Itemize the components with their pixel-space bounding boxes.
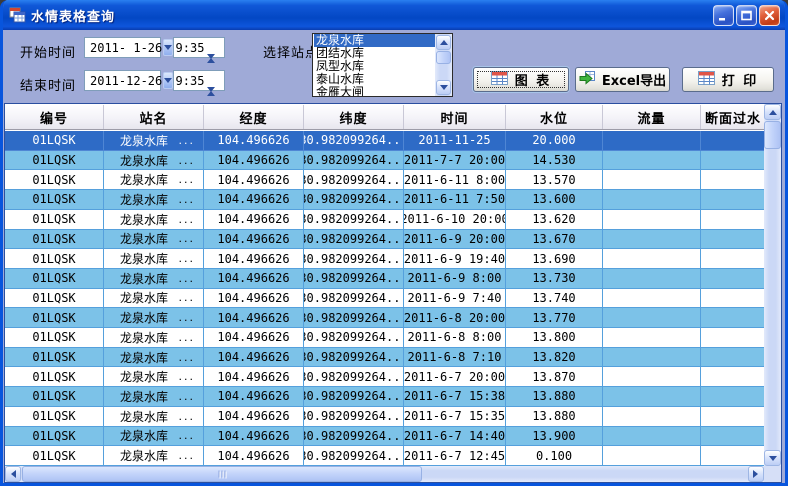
scrollbar-thumb[interactable] [764,121,781,149]
scroll-right-icon[interactable] [748,466,764,482]
column-header-longitude[interactable]: 经度 [204,105,304,129]
table-row[interactable]: 01LQSK 龙泉水库... 104.496626 30.982099264..… [5,170,765,190]
end-time-value: 9:35 [174,71,206,90]
grid-horizontal-scrollbar[interactable] [5,466,764,482]
table-row[interactable]: 01LQSK 龙泉水库... 104.496626 30.982099264..… [5,230,765,250]
end-date-value: 2011-12-26 [85,74,162,88]
print-button[interactable]: 打 印 [682,67,774,92]
table-row[interactable]: 01LQSK 龙泉水库... 104.496626 30.982099264..… [5,328,765,348]
station-listbox[interactable]: 龙泉水库团结水库凤型水库泰山水库金雁大闸 [312,33,453,97]
scroll-down-icon[interactable] [764,450,781,466]
end-time-label: 结束时间 [20,75,76,94]
grid-header: 编号 站名 经度 纬度 时间 水位 流量 断面过水 [5,104,765,130]
grid-rows: 01LQSK 龙泉水库... 104.496626 30.982099264..… [5,131,765,466]
table-row[interactable]: 01LQSK 龙泉水库... 104.496626 30.982099264..… [5,387,765,407]
column-header-flow[interactable]: 流量 [603,105,701,129]
table-row[interactable]: 01LQSK 龙泉水库... 104.496626 30.982099264..… [5,190,765,210]
filter-panel: 开始时间 2011- 1-26 9:35 结束时间 2011-12-26 9:3… [3,30,785,483]
table-row[interactable]: 01LQSK 龙泉水库... 104.496626 30.982099264..… [5,210,765,230]
table-icon [491,71,508,89]
scroll-up-icon[interactable] [764,104,781,120]
column-header-station[interactable]: 站名 [104,105,204,129]
chart-button-label: 图 表 [515,70,552,89]
table-row[interactable]: 01LQSK 龙泉水库... 104.496626 30.982099264..… [5,249,765,269]
app-window: 水情表格查询 开始时间 2011- 1-26 9:35 结束时间 [0,0,788,486]
scrollbar-thumb[interactable] [22,466,422,482]
table-row[interactable]: 01LQSK 龙泉水库... 104.496626 30.982099264..… [5,151,765,171]
column-header-time[interactable]: 时间 [404,105,506,129]
start-date-value: 2011- 1-26 [85,41,162,55]
column-header-section[interactable]: 断面过水 [701,105,765,129]
end-date-picker[interactable]: 2011-12-26 [84,70,161,91]
table-icon [698,71,715,89]
scrollbar-corner [764,466,781,482]
close-icon[interactable] [759,5,780,26]
minimize-button[interactable] [713,5,734,26]
start-time-value: 9:35 [174,38,206,57]
table-row[interactable]: 01LQSK 龙泉水库... 104.496626 30.982099264..… [5,446,765,466]
app-icon [9,7,26,23]
scrollbar-thumb[interactable] [436,51,451,64]
table-row[interactable]: 01LQSK 龙泉水库... 104.496626 30.982099264..… [5,367,765,387]
station-label: 选择站点 [263,42,319,61]
start-time-label: 开始时间 [20,42,76,61]
excel-export-icon [579,71,595,89]
column-header-id[interactable]: 编号 [5,105,104,129]
excel-export-button[interactable]: Excel导出 [575,67,670,92]
chevron-down-icon[interactable] [163,39,173,56]
scroll-up-icon[interactable] [436,35,451,50]
chart-button[interactable]: 图 表 [473,67,569,92]
chevron-down-icon[interactable] [163,72,173,89]
scroll-left-icon[interactable] [5,466,21,482]
grid-vertical-scrollbar[interactable] [764,104,781,466]
column-header-latitude[interactable]: 纬度 [304,105,404,129]
titlebar[interactable]: 水情表格查询 [0,0,788,30]
table-row[interactable]: 01LQSK 龙泉水库... 104.496626 30.982099264..… [5,427,765,447]
table-row[interactable]: 01LQSK 龙泉水库... 104.496626 30.982099264..… [5,407,765,427]
print-button-label: 打 印 [722,70,759,89]
station-option[interactable]: 金雁大闸 [314,86,435,96]
station-list-items: 龙泉水库团结水库凤型水库泰山水库金雁大闸 [314,34,435,96]
scroll-down-icon[interactable] [436,80,451,95]
window-title: 水情表格查询 [31,6,713,25]
start-date-picker[interactable]: 2011- 1-26 [84,37,161,58]
table-row[interactable]: 01LQSK 龙泉水库... 104.496626 30.982099264..… [5,289,765,309]
listbox-scrollbar[interactable] [435,34,452,96]
table-row[interactable]: 01LQSK 龙泉水库... 104.496626 30.982099264..… [5,348,765,368]
end-time-spinner[interactable]: 9:35 [173,70,225,91]
maximize-button[interactable] [736,5,757,26]
table-row[interactable]: 01LQSK 龙泉水库... 104.496626 30.982099264..… [5,269,765,289]
data-grid: 编号 站名 经度 纬度 时间 水位 流量 断面过水 01LQSK 龙泉水库...… [4,103,782,483]
table-row[interactable]: 01LQSK 龙泉水库... 104.496626 30.982099264..… [5,131,765,151]
excel-button-label: Excel导出 [602,70,666,89]
column-header-level[interactable]: 水位 [506,105,603,129]
table-row[interactable]: 01LQSK 龙泉水库... 104.496626 30.982099264..… [5,308,765,328]
start-time-spinner[interactable]: 9:35 [173,37,225,58]
